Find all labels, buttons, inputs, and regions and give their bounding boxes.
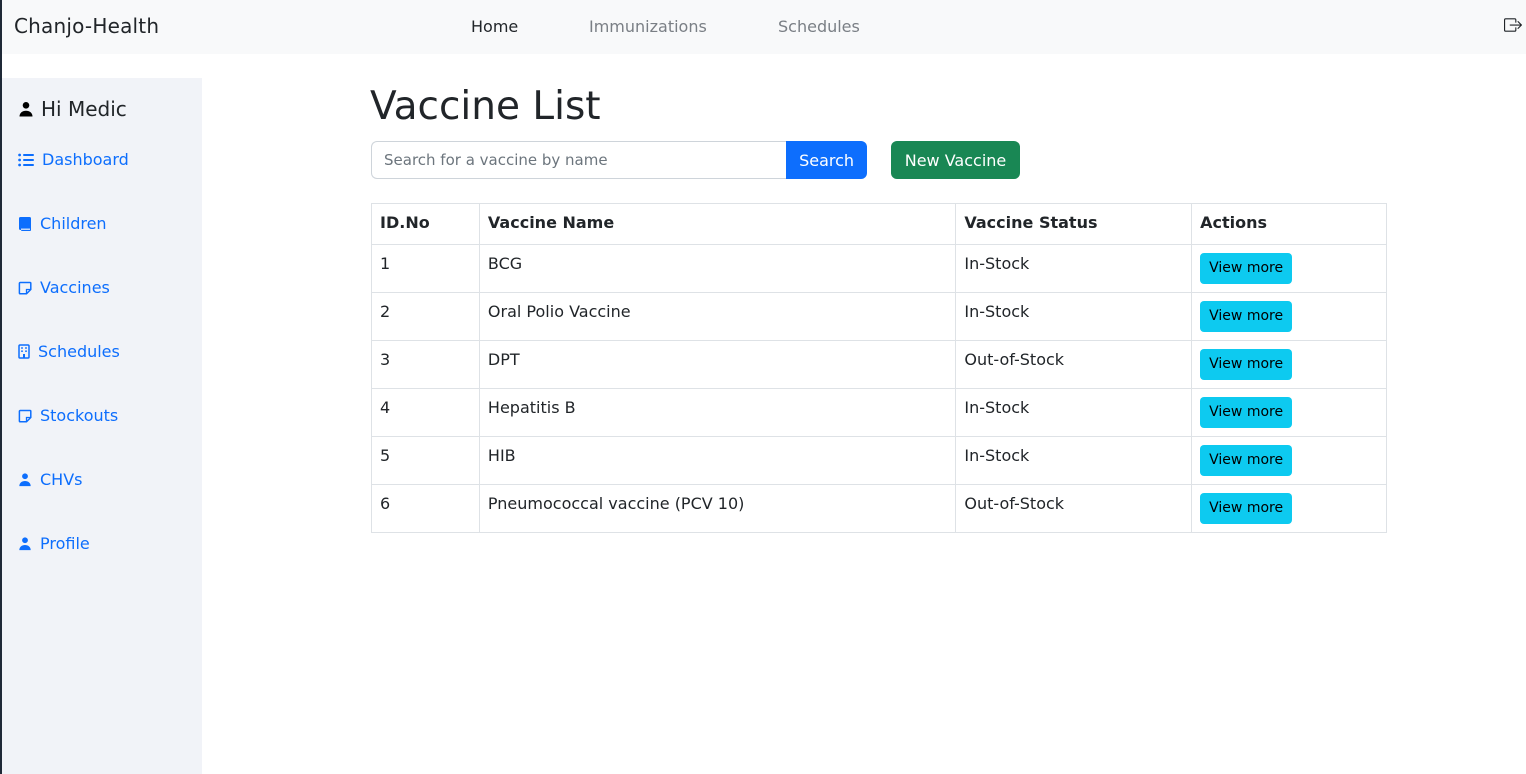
person-icon (19, 102, 33, 117)
sidebar-item-label: Dashboard (42, 150, 129, 169)
sticky-note-icon (18, 281, 32, 295)
sidebar-item-dashboard[interactable]: Dashboard (18, 150, 129, 169)
sidebar-item-schedules[interactable]: Schedules (18, 342, 120, 361)
cell-id: 6 (371, 484, 480, 533)
person-icon (19, 473, 31, 487)
table-row: 6 Pneumococcal vaccine (PCV 10) Out-of-S… (371, 484, 1387, 533)
column-header-name: Vaccine Name (478, 203, 957, 245)
book-icon (19, 216, 31, 231)
cell-actions: View more (1191, 292, 1387, 341)
view-more-button[interactable]: View more (1200, 349, 1293, 380)
search-button[interactable]: Search (786, 141, 867, 179)
sidebar: Hi Medic Dashboard Children Vaccines Sch… (2, 78, 202, 774)
cell-id: 5 (371, 436, 480, 485)
sidebar-item-label: Schedules (38, 342, 120, 361)
cell-status: In-Stock (955, 388, 1193, 437)
column-header-status: Vaccine Status (955, 203, 1193, 245)
page-title: Vaccine List (370, 84, 601, 129)
cell-name: BCG (478, 244, 957, 293)
cell-actions: View more (1191, 436, 1387, 485)
person-icon (19, 537, 31, 551)
view-more-button[interactable]: View more (1200, 445, 1293, 476)
cell-name: HIB (478, 436, 957, 485)
cell-actions: View more (1191, 244, 1387, 293)
search-group: Search (371, 141, 867, 179)
sidebar-item-stockouts[interactable]: Stockouts (18, 406, 118, 425)
logout-icon[interactable] (1504, 16, 1522, 34)
cell-actions: View more (1191, 340, 1387, 389)
sidebar-item-label: Stockouts (40, 406, 119, 425)
cell-status: In-Stock (955, 436, 1193, 485)
table-row: 1 BCG In-Stock View more (371, 244, 1387, 293)
vaccine-table: ID.No Vaccine Name Vaccine Status Action… (371, 203, 1387, 533)
table-row: 4 Hepatitis B In-Stock View more (371, 388, 1387, 437)
cell-name: Pneumococcal vaccine (PCV 10) (478, 484, 957, 533)
table-row: 3 DPT Out-of-Stock View more (371, 340, 1387, 389)
view-more-button[interactable]: View more (1200, 397, 1293, 428)
building-icon (18, 344, 30, 359)
cell-name: Oral Polio Vaccine (478, 292, 957, 341)
nav-immunizations[interactable]: Immunizations (589, 17, 707, 36)
column-header-id: ID.No (371, 203, 480, 245)
cell-id: 3 (371, 340, 480, 389)
cell-status: Out-of-Stock (955, 340, 1193, 389)
sidebar-item-chvs[interactable]: CHVs (18, 470, 82, 489)
view-more-button[interactable]: View more (1200, 301, 1293, 332)
cell-status: In-Stock (955, 244, 1193, 293)
sidebar-item-profile[interactable]: Profile (18, 534, 90, 553)
view-more-button[interactable]: View more (1200, 493, 1293, 524)
list-icon (18, 153, 34, 166)
new-vaccine-button[interactable]: New Vaccine (891, 141, 1020, 179)
top-navbar: Chanjo-Health Home Immunizations Schedul… (2, 0, 1526, 54)
greeting-text: Hi Medic (41, 97, 127, 121)
sidebar-item-vaccines[interactable]: Vaccines (18, 278, 110, 297)
sticky-note-icon (18, 409, 32, 423)
cell-actions: View more (1191, 484, 1387, 533)
search-input[interactable] (371, 141, 787, 179)
table-row: 2 Oral Polio Vaccine In-Stock View more (371, 292, 1387, 341)
nav-schedules[interactable]: Schedules (778, 17, 860, 36)
cell-id: 1 (371, 244, 480, 293)
column-header-actions: Actions (1191, 203, 1387, 245)
table-row: 5 HIB In-Stock View more (371, 436, 1387, 485)
sidebar-item-label: Vaccines (40, 278, 110, 297)
view-more-button[interactable]: View more (1200, 253, 1293, 284)
cell-actions: View more (1191, 388, 1387, 437)
nav-home[interactable]: Home (471, 17, 518, 36)
cell-name: DPT (478, 340, 957, 389)
sidebar-item-label: CHVs (40, 470, 83, 489)
table-header-row: ID.No Vaccine Name Vaccine Status Action… (371, 203, 1387, 245)
cell-status: In-Stock (955, 292, 1193, 341)
sidebar-greeting: Hi Medic (18, 97, 127, 121)
cell-id: 4 (371, 388, 480, 437)
sidebar-item-label: Profile (40, 534, 90, 553)
cell-id: 2 (371, 292, 480, 341)
sidebar-item-label: Children (40, 214, 107, 233)
cell-status: Out-of-Stock (955, 484, 1193, 533)
sidebar-item-children[interactable]: Children (18, 214, 107, 233)
cell-name: Hepatitis B (478, 388, 957, 437)
nav-links: Home Immunizations Schedules (2, 0, 1526, 54)
